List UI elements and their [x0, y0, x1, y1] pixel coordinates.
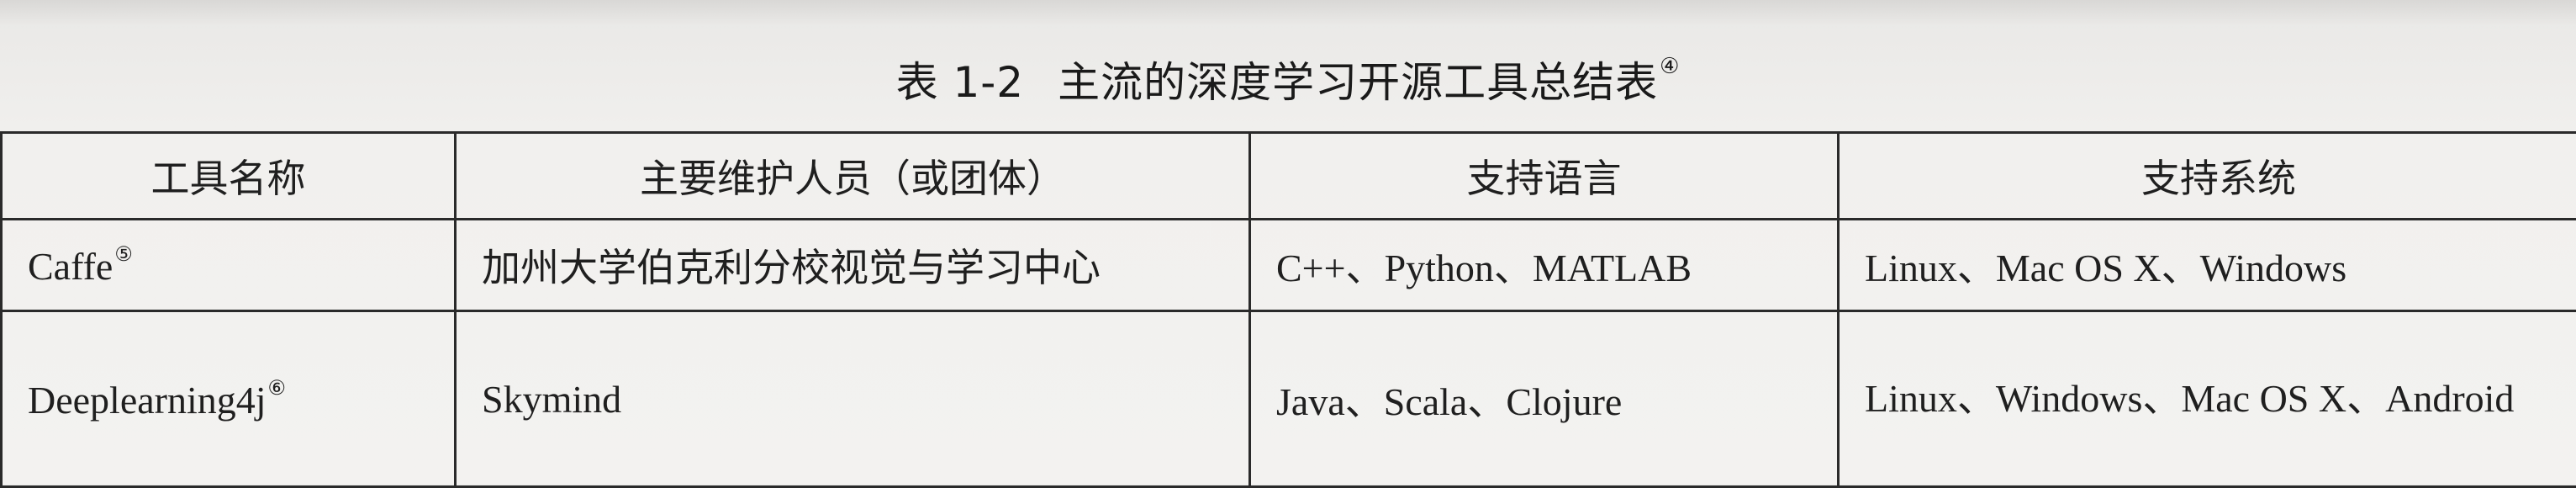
table-caption: 表 1-2 主流的深度学习开源工具总结表④: [0, 49, 2576, 109]
tool-footnote-mark: ⑥: [268, 378, 287, 400]
header-maintainer: 主要维护人员（或团体）: [456, 133, 1250, 220]
table-row: Caffe⑤ 加州大学伯克利分校视觉与学习中心 C++、Python、MATLA…: [2, 220, 2576, 311]
table-header-row: 工具名称 主要维护人员（或团体） 支持语言 支持系统: [2, 133, 2576, 220]
languages-cell: C++、Python、MATLAB: [1250, 220, 1839, 311]
deep-learning-tools-table: 工具名称 主要维护人员（或团体） 支持语言 支持系统 Caffe⑤ 加州大学伯克…: [0, 131, 2576, 488]
header-languages: 支持语言: [1250, 133, 1839, 220]
languages-cell: Java、Scala、Clojure: [1250, 311, 1839, 487]
systems-cell: Linux、Windows、Mac OS X、Android: [1839, 311, 2576, 487]
footnote-mark: ④: [1660, 54, 1680, 79]
header-systems: 支持系统: [1839, 133, 2576, 220]
tool-name: Deeplearning4j: [28, 379, 267, 422]
tool-footnote-mark: ⑤: [114, 244, 133, 266]
maintainer-cell: Skymind: [456, 311, 1250, 487]
page-top-bleed: [0, 0, 2576, 25]
header-tool-name: 工具名称: [2, 133, 456, 220]
table-number: 表 1-2: [896, 58, 1025, 107]
tool-name: Caffe: [28, 245, 113, 288]
tool-cell: Deeplearning4j⑥: [2, 311, 456, 487]
table-title: 主流的深度学习开源工具总结表: [1058, 58, 1658, 107]
tool-cell: Caffe⑤: [2, 220, 456, 311]
systems-cell: Linux、Mac OS X、Windows: [1839, 220, 2576, 311]
maintainer-cell: 加州大学伯克利分校视觉与学习中心: [456, 220, 1250, 311]
table-row: Deeplearning4j⑥ Skymind Java、Scala、Cloju…: [2, 311, 2576, 487]
